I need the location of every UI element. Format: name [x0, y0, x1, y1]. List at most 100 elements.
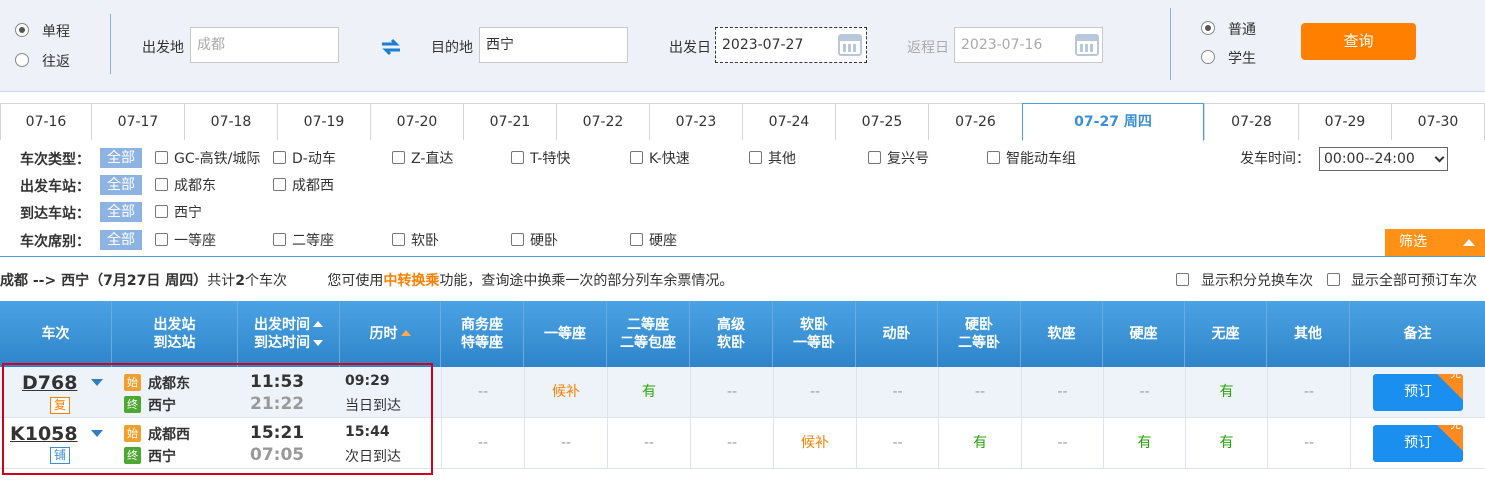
book-button[interactable]: 预订 兑	[1373, 425, 1463, 462]
train-type-option[interactable]: 复兴号	[887, 148, 929, 168]
train-type-option[interactable]: 其他	[768, 148, 796, 168]
train-type-option[interactable]: T-特快	[530, 148, 570, 168]
date-tab[interactable]: 07-30	[1391, 103, 1485, 140]
book-button[interactable]: 预订 兑	[1373, 374, 1463, 411]
date-tab[interactable]: 07-29	[1298, 103, 1391, 140]
depart-station-option[interactable]: 成都东	[174, 175, 216, 195]
train-type-option[interactable]: 智能动车组	[1006, 148, 1076, 168]
date-tab[interactable]: 07-21	[463, 103, 556, 140]
train-type-option[interactable]: GC-高铁/城际	[174, 148, 260, 168]
seat-cell[interactable]: 候补	[524, 367, 607, 417]
checkbox[interactable]	[630, 151, 643, 164]
seat-cell[interactable]: 有	[1103, 418, 1185, 468]
train-type-option[interactable]: K-快速	[649, 148, 690, 168]
seat-cell[interactable]: 候补	[773, 418, 856, 468]
col-soft-seat: 软座	[1021, 301, 1103, 367]
train-type-option[interactable]: Z-直达	[411, 148, 453, 168]
highlight-box	[2, 363, 433, 475]
checkbox[interactable]	[392, 233, 405, 246]
seat-type-option[interactable]: 二等座	[292, 230, 334, 250]
checkbox[interactable]	[155, 233, 168, 246]
train-type-all-button[interactable]: 全部	[100, 148, 142, 168]
col-hard-sleeper: 硬卧 二等卧	[938, 301, 1021, 367]
col-duration[interactable]: 历时	[340, 301, 441, 367]
passenger-student-radio[interactable]	[1201, 50, 1215, 64]
col-second: 二等座 二等包座	[607, 301, 690, 367]
checkbox[interactable]	[987, 151, 1000, 164]
seat-type-option[interactable]: 硬卧	[530, 230, 558, 250]
seat-cell[interactable]: 有	[938, 418, 1021, 468]
col-time[interactable]: 出发时间 到达时间	[238, 301, 340, 367]
calendar-icon[interactable]	[1075, 34, 1099, 56]
seat-cell: --	[1021, 418, 1103, 468]
depart-station-all-button[interactable]: 全部	[100, 175, 142, 195]
filter-button-label: 筛选	[1399, 234, 1427, 250]
seat-type-option[interactable]: 一等座	[174, 230, 216, 250]
seat-type-all-button[interactable]: 全部	[100, 230, 142, 250]
date-tab[interactable]: 07-25	[835, 103, 928, 140]
count-suffix: 个车次	[244, 273, 287, 289]
checkbox[interactable]	[273, 233, 286, 246]
show-points-label[interactable]: 显示积分兑换车次	[1201, 270, 1313, 290]
show-all-label[interactable]: 显示全部可预订车次	[1351, 270, 1477, 290]
checkbox[interactable]	[155, 205, 168, 218]
date-tab-active[interactable]: 07-27 周四	[1022, 103, 1204, 141]
checkbox[interactable]	[511, 151, 524, 164]
checkbox[interactable]	[630, 233, 643, 246]
col-station: 出发站 到达站	[112, 301, 238, 367]
arrive-station-all-button[interactable]: 全部	[100, 202, 142, 222]
passenger-normal-radio[interactable]	[1201, 21, 1215, 35]
passenger-student-label[interactable]: 学生	[1228, 48, 1256, 68]
checkbox[interactable]	[155, 178, 168, 191]
filter-button[interactable]: 筛选	[1385, 229, 1485, 256]
date-tab[interactable]: 07-19	[277, 103, 370, 140]
checkbox[interactable]	[392, 151, 405, 164]
date-tab[interactable]: 07-26	[928, 103, 1022, 140]
table-header: 车次 出发站 到达站 出发时间 到达时间 历时 商务座 特等座 一等座 二等座 二等包座…	[0, 301, 1485, 367]
to-label: 目的地	[431, 40, 473, 56]
from-input[interactable]: 成都	[190, 27, 339, 63]
train-type-option[interactable]: D-动车	[292, 148, 336, 168]
date-tab[interactable]: 07-28	[1204, 103, 1298, 140]
depart-time-select[interactable]: 00:00--24:00	[1319, 147, 1448, 171]
checkbox[interactable]	[273, 151, 286, 164]
seat-cell[interactable]: 有	[607, 367, 690, 417]
to-input[interactable]: 西宁	[479, 27, 628, 63]
query-button[interactable]: 查询	[1301, 23, 1416, 60]
arrive-station-option[interactable]: 西宁	[174, 202, 202, 222]
date-tab[interactable]: 07-24	[742, 103, 835, 140]
seat-cell[interactable]: 有	[1185, 367, 1267, 417]
depart-station-option[interactable]: 成都西	[292, 175, 334, 195]
checkbox[interactable]	[273, 178, 286, 191]
seat-cell[interactable]: 有	[1185, 418, 1267, 468]
col-high-soft: 高级 软卧	[690, 301, 773, 367]
col-other: 其他	[1267, 301, 1350, 367]
show-points-checkbox[interactable]	[1176, 273, 1189, 286]
seat-type-option[interactable]: 软卧	[411, 230, 439, 250]
date-tab[interactable]: 07-17	[91, 103, 184, 140]
date-tab[interactable]: 07-23	[649, 103, 742, 140]
checkbox[interactable]	[155, 151, 168, 164]
collapse-arrow-icon	[1463, 239, 1475, 246]
date-tab[interactable]: 07-18	[184, 103, 277, 140]
swap-icon[interactable]	[380, 38, 402, 56]
checkbox[interactable]	[749, 151, 762, 164]
calendar-icon[interactable]	[838, 34, 862, 56]
trip-oneway-label[interactable]: 单程	[42, 21, 70, 41]
result-count: 2	[235, 273, 245, 289]
date-tab[interactable]: 07-16	[0, 103, 91, 140]
trip-oneway-radio[interactable]	[15, 23, 29, 37]
train-type-label: 车次类型：	[20, 152, 90, 168]
checkbox[interactable]	[511, 233, 524, 246]
passenger-normal-label[interactable]: 普通	[1228, 19, 1256, 39]
transfer-link[interactable]: 中转换乘	[383, 273, 439, 289]
date-tab[interactable]: 07-22	[556, 103, 649, 140]
col-no-seat: 无座	[1185, 301, 1267, 367]
seat-type-option[interactable]: 硬座	[649, 230, 677, 250]
trip-roundtrip-label[interactable]: 往返	[42, 51, 70, 71]
trip-roundtrip-radio[interactable]	[15, 53, 29, 67]
show-all-checkbox[interactable]	[1327, 273, 1340, 286]
seat-cell: --	[773, 367, 856, 417]
checkbox[interactable]	[868, 151, 881, 164]
date-tab[interactable]: 07-20	[370, 103, 463, 140]
